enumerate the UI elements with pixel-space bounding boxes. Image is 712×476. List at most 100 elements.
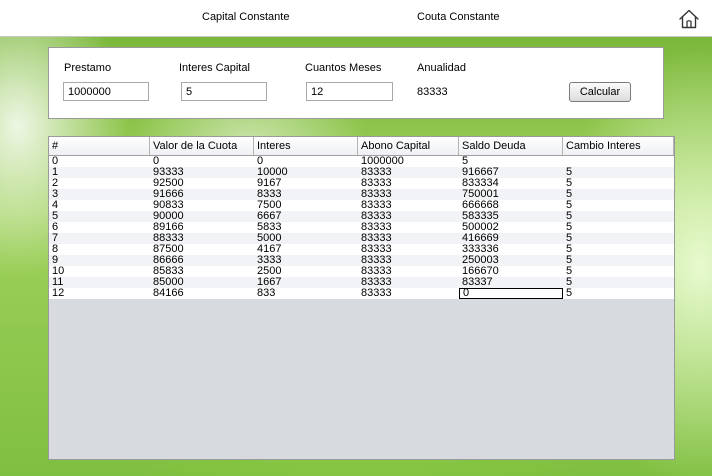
abono-capital-cell: 83333 xyxy=(361,178,392,189)
row-number-cell: 11 xyxy=(52,277,64,288)
table-header: # Valor de la Cuota Interes Abono Capita… xyxy=(49,137,674,156)
cambio-interes-cell xyxy=(563,156,674,167)
abono-capital-cell: 1000000 xyxy=(361,156,404,167)
saldo-deuda-cell: 916667 xyxy=(462,167,499,178)
valor-cuota-cell: 87500 xyxy=(153,244,184,255)
tab-capital-constante[interactable]: Capital Constante xyxy=(202,11,289,23)
interes-cell: 3333 xyxy=(257,255,282,266)
cambio-interes-cell: 5 xyxy=(566,167,573,178)
cambio-interes-cell: 5 xyxy=(566,233,573,244)
table-row[interactable]: 5 90000 6667 83333 583335 5 xyxy=(49,211,674,222)
cambio-interes-cell: 5 xyxy=(566,211,573,222)
cambio-interes-cell: 5 xyxy=(566,200,573,211)
valor-cuota-cell: 92500 xyxy=(153,178,184,189)
table-row[interactable]: 4 90833 7500 83333 666668 5 xyxy=(49,200,674,211)
interes-cell: 9167 xyxy=(257,178,282,189)
row-number-cell: 9 xyxy=(52,255,59,266)
abono-capital-cell: 83333 xyxy=(361,244,392,255)
interes-cell: 10000 xyxy=(257,167,288,178)
table-row[interactable]: 9 86666 3333 83333 250003 5 xyxy=(49,255,674,266)
row-number-cell: 3 xyxy=(52,189,59,200)
saldo-deuda-cell: 83337 xyxy=(462,277,493,288)
cambio-interes-cell: 5 xyxy=(566,288,573,299)
table-row[interactable]: 12 84166 833 83333 0 5 xyxy=(49,288,674,299)
column-header-interes[interactable]: Interes xyxy=(254,137,358,155)
column-header-saldo-deuda[interactable]: Saldo Deuda xyxy=(459,137,563,155)
row-number-cell: 5 xyxy=(52,211,59,222)
tab-couta-constante[interactable]: Couta Constante xyxy=(417,11,500,23)
abono-capital-cell: 83333 xyxy=(361,233,392,244)
column-header-valor-cuota[interactable]: Valor de la Cuota xyxy=(150,137,254,155)
saldo-deuda-cell-editor[interactable]: 0 xyxy=(459,288,563,299)
valor-cuota-cell: 0 xyxy=(153,156,160,167)
saldo-deuda-cell: 333336 xyxy=(462,244,499,255)
saldo-deuda-cell: 666668 xyxy=(462,200,499,211)
valor-cuota-cell: 84166 xyxy=(153,288,184,299)
table-row[interactable]: 6 89166 5833 83333 500002 5 xyxy=(49,222,674,233)
interes-cell: 0 xyxy=(257,156,264,167)
valor-cuota-cell: 85833 xyxy=(153,266,184,277)
abono-capital-cell: 83333 xyxy=(361,189,392,200)
row-number-cell: 4 xyxy=(52,200,59,211)
interes-cell: 4167 xyxy=(257,244,282,255)
cambio-interes-cell: 5 xyxy=(566,178,573,189)
abono-capital-cell: 83333 xyxy=(361,167,392,178)
column-header-cambio-interes[interactable]: Cambio Interes xyxy=(563,137,674,155)
table-row[interactable]: 1 93333 10000 83333 916667 5 xyxy=(49,167,674,178)
cambio-interes-cell: 5 xyxy=(566,277,573,288)
interes-cell: 6667 xyxy=(257,211,282,222)
row-number-cell: 0 xyxy=(52,156,59,167)
row-number-cell: 6 xyxy=(52,222,59,233)
table-body: 0 0 0 1000000 5 1 93333 10000 83333 916667 5 2 92500… xyxy=(49,156,674,299)
saldo-deuda-cell: 5 xyxy=(462,156,469,167)
prestamo-input[interactable] xyxy=(63,82,149,101)
table-row[interactable]: 7 88333 5000 83333 416669 5 xyxy=(49,233,674,244)
interes-capital-input[interactable] xyxy=(181,82,267,101)
row-number-cell: 1 xyxy=(52,167,59,178)
valor-cuota-cell: 91666 xyxy=(153,189,184,200)
loan-input-panel: Prestamo Interes Capital Cuantos Meses A… xyxy=(48,47,664,119)
table-row[interactable]: 8 87500 4167 83333 333336 5 xyxy=(49,244,674,255)
interes-capital-label: Interes Capital xyxy=(179,62,250,74)
valor-cuota-cell: 90833 xyxy=(153,200,184,211)
valor-cuota-cell: 85000 xyxy=(153,277,184,288)
abono-capital-cell: 83333 xyxy=(361,277,392,288)
abono-capital-cell: 83333 xyxy=(361,255,392,266)
column-header-abono-capital[interactable]: Abono Capital xyxy=(358,137,459,155)
table-row[interactable]: 0 0 0 1000000 5 xyxy=(49,156,674,167)
saldo-deuda-cell: 833334 xyxy=(462,178,499,189)
valor-cuota-cell: 86666 xyxy=(153,255,184,266)
row-number-cell: 12 xyxy=(52,288,65,299)
interes-cell: 7500 xyxy=(257,200,282,211)
saldo-deuda-cell: 750001 xyxy=(462,189,499,200)
table-row[interactable]: 10 85833 2500 83333 166670 5 xyxy=(49,266,674,277)
valor-cuota-cell: 89166 xyxy=(153,222,184,233)
interes-cell: 2500 xyxy=(257,266,282,277)
anualidad-label: Anualidad xyxy=(417,62,466,74)
calcular-button[interactable]: Calcular xyxy=(569,82,631,102)
row-number-cell: 8 xyxy=(52,244,59,255)
saldo-deuda-cell: 500002 xyxy=(462,222,499,233)
saldo-deuda-cell: 250003 xyxy=(462,255,499,266)
table-row[interactable]: 2 92500 9167 83333 833334 5 xyxy=(49,178,674,189)
amortization-table: # Valor de la Cuota Interes Abono Capita… xyxy=(48,136,675,460)
interes-cell: 5833 xyxy=(257,222,282,233)
anualidad-value: 83333 xyxy=(417,86,448,98)
abono-capital-cell: 83333 xyxy=(361,222,392,233)
table-row[interactable]: 11 85000 1667 83333 83337 5 xyxy=(49,277,674,288)
home-icon[interactable] xyxy=(678,8,700,30)
table-row[interactable]: 3 91666 8333 83333 750001 5 xyxy=(49,189,674,200)
valor-cuota-cell: 88333 xyxy=(153,233,184,244)
row-number-cell: 10 xyxy=(52,266,65,277)
valor-cuota-cell: 90000 xyxy=(153,211,184,222)
cambio-interes-cell: 5 xyxy=(566,266,573,277)
cuantos-meses-input[interactable] xyxy=(306,82,393,101)
cambio-interes-cell: 5 xyxy=(566,255,573,266)
column-header-number[interactable]: # xyxy=(49,137,150,155)
saldo-deuda-cell: 416669 xyxy=(462,233,499,244)
cambio-interes-cell: 5 xyxy=(566,189,573,200)
prestamo-label: Prestamo xyxy=(64,62,112,74)
row-number-cell: 2 xyxy=(52,178,59,189)
saldo-deuda-cell: 583335 xyxy=(462,211,499,222)
interes-cell: 1667 xyxy=(257,277,282,288)
